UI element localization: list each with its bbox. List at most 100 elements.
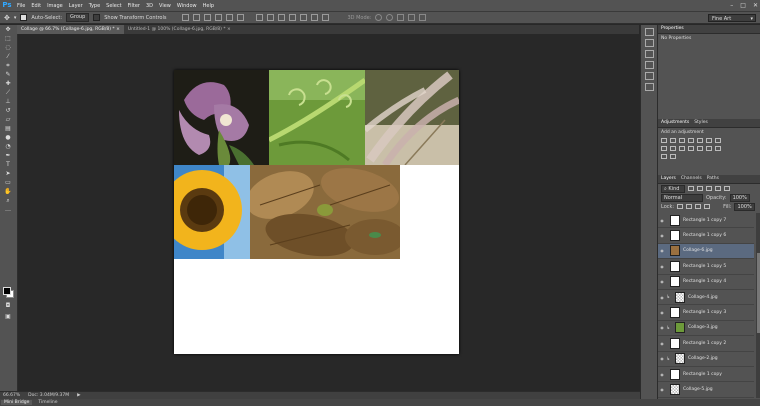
auto-select-checkbox[interactable] [20,14,28,21]
layer-thumbnail[interactable] [675,353,685,365]
brush-tool-icon[interactable]: ⟋ [3,89,13,97]
distribute-right-icon[interactable] [311,14,319,21]
tab-layers[interactable]: Layers [661,175,676,183]
layer-row[interactable]: ◉ ↳ Collage-4.jpg [658,290,754,306]
layer-thumbnail[interactable] [670,307,680,319]
visibility-eye-icon[interactable]: ◉ [658,325,666,330]
eyedropper-tool-icon[interactable]: ✎ [3,71,13,79]
channel-mixer-icon[interactable] [679,146,685,151]
layer-row[interactable]: ◉ Collage-6.jpg [658,243,754,260]
healing-brush-tool-icon[interactable]: ✚ [3,80,13,88]
layer-name[interactable]: Collage-3.jpg [688,325,718,330]
adjustments-panel-header[interactable]: Adjustments Styles [658,119,760,128]
layer-name[interactable]: Rectangle 1 copy 5 [683,264,726,269]
info-icon[interactable] [644,50,654,58]
black-white-icon[interactable] [661,146,667,151]
dodge-tool-icon[interactable]: ◔ [3,143,13,151]
visibility-eye-icon[interactable]: ◉ [658,248,666,253]
visibility-eye-icon[interactable]: ◉ [658,341,666,346]
visibility-eye-icon[interactable]: ◉ [658,264,666,269]
layer-row[interactable]: ◉ Rectangle 1 copy 6 [658,228,754,244]
visibility-eye-icon[interactable]: ◉ [658,387,666,392]
shape-filter-icon[interactable] [715,186,721,191]
layer-row[interactable]: ◉ Rectangle 1 copy 4 [658,275,754,290]
history-icon[interactable] [644,28,654,36]
lock-image-icon[interactable] [686,204,693,209]
tab-timeline[interactable]: Timeline [35,400,60,405]
workspace-dropdown[interactable]: Fine Art ▾ [708,14,756,22]
layer-name[interactable]: Collage-5.jpg [683,387,713,392]
layer-thumbnail[interactable] [670,230,680,242]
layer-thumbnail[interactable] [670,276,680,288]
type-filter-icon[interactable] [706,186,712,191]
layers-scrollbar[interactable] [756,213,760,398]
tool-preset-arrow-icon[interactable]: ▾ [14,15,17,21]
adjustment-filter-icon[interactable] [697,186,703,191]
tab-channels[interactable]: Channels [681,175,702,183]
quick-select-tool-icon[interactable]: ⁄ [3,53,13,61]
path-select-tool-icon[interactable]: ➤ [3,170,13,178]
show-transform-checkbox[interactable] [93,14,101,21]
blur-tool-icon[interactable]: ● [3,134,13,142]
smart-object-filter-icon[interactable] [724,186,730,191]
curves-icon[interactable] [679,138,685,143]
layer-thumbnail[interactable] [675,291,685,303]
lock-transparent-icon[interactable] [677,204,684,209]
hue-saturation-icon[interactable] [706,138,712,143]
maximize-icon[interactable]: □ [740,2,746,9]
lasso-tool-icon[interactable]: ◌ [3,44,13,52]
hand-tool-icon[interactable]: ✋ [3,188,13,196]
align-top-icon[interactable] [182,14,190,21]
layer-row[interactable]: ◉ Rectangle 1 copy [658,367,754,383]
layer-name[interactable]: Rectangle 1 copy 2 [683,341,726,346]
menu-item-3d[interactable]: 3D [143,3,156,9]
layer-name[interactable]: Collage-6.jpg [683,248,713,253]
kind-filter-dropdown[interactable]: ⌕ Kind [661,184,685,193]
fill-field[interactable]: 100% [734,202,755,211]
levels-icon[interactable] [670,138,676,143]
menu-item-file[interactable]: File [14,3,28,9]
invert-icon[interactable] [697,146,703,151]
visibility-eye-icon[interactable]: ◉ [658,295,666,300]
layer-name[interactable]: Rectangle 1 copy 6 [683,233,726,238]
foreground-color-swatch[interactable] [3,287,11,295]
move-tool-icon[interactable]: ✥ [3,26,13,34]
gradient-tool-icon[interactable]: ▤ [3,125,13,133]
align-left-icon[interactable] [215,14,223,21]
layer-thumbnail[interactable] [675,322,685,334]
menu-item-view[interactable]: View [156,3,174,9]
visibility-eye-icon[interactable]: ◉ [658,233,666,238]
threshold-icon[interactable] [715,146,721,151]
lock-all-icon[interactable] [704,204,711,209]
layer-name[interactable]: Rectangle 1 copy 4 [683,279,726,284]
crop-tool-icon[interactable]: ⌗ [3,62,13,70]
3d-pan-icon[interactable] [397,14,405,21]
distribute-vcenter-icon[interactable] [267,14,275,21]
layer-name[interactable]: Rectangle 1 copy 3 [683,310,726,315]
layer-row[interactable]: ◉ Rectangle 1 copy 7 [658,213,754,229]
visibility-eye-icon[interactable]: ◉ [658,279,666,284]
menu-item-window[interactable]: Window [174,3,200,9]
brightness-icon[interactable] [661,138,667,143]
move-tool-icon[interactable]: ✥ [4,14,10,22]
layer-thumbnail[interactable] [670,214,680,226]
3d-rotate-icon[interactable] [375,14,383,21]
auto-align-icon[interactable] [322,14,330,21]
tab-untitled-1[interactable]: Untitled-1 @ 100% (Collage-6.jpg, RGB/8)… [124,25,235,34]
selective-color-icon[interactable] [670,154,676,159]
layer-name[interactable]: Collage-2.jpg [688,356,718,361]
menu-item-edit[interactable]: Edit [28,3,44,9]
distribute-left-icon[interactable] [289,14,297,21]
layer-row[interactable]: ◉ Collage-5.jpg [658,382,754,398]
opacity-field[interactable]: 100% [729,193,750,202]
zoom-level[interactable]: 66.67% [3,393,20,398]
close-icon[interactable]: ✕ [753,2,758,9]
layer-thumbnail[interactable] [670,368,680,380]
menu-item-layer[interactable]: Layer [66,3,86,9]
clone-stamp-tool-icon[interactable]: ⊥ [3,98,13,106]
align-hcenter-icon[interactable] [226,14,234,21]
layer-row[interactable]: ◉ Rectangle 1 copy 5 [658,259,754,275]
layer-row[interactable]: ◉ Rectangle 1 copy 2 [658,336,754,352]
align-bottom-icon[interactable] [204,14,212,21]
visibility-eye-icon[interactable]: ◉ [658,356,666,361]
